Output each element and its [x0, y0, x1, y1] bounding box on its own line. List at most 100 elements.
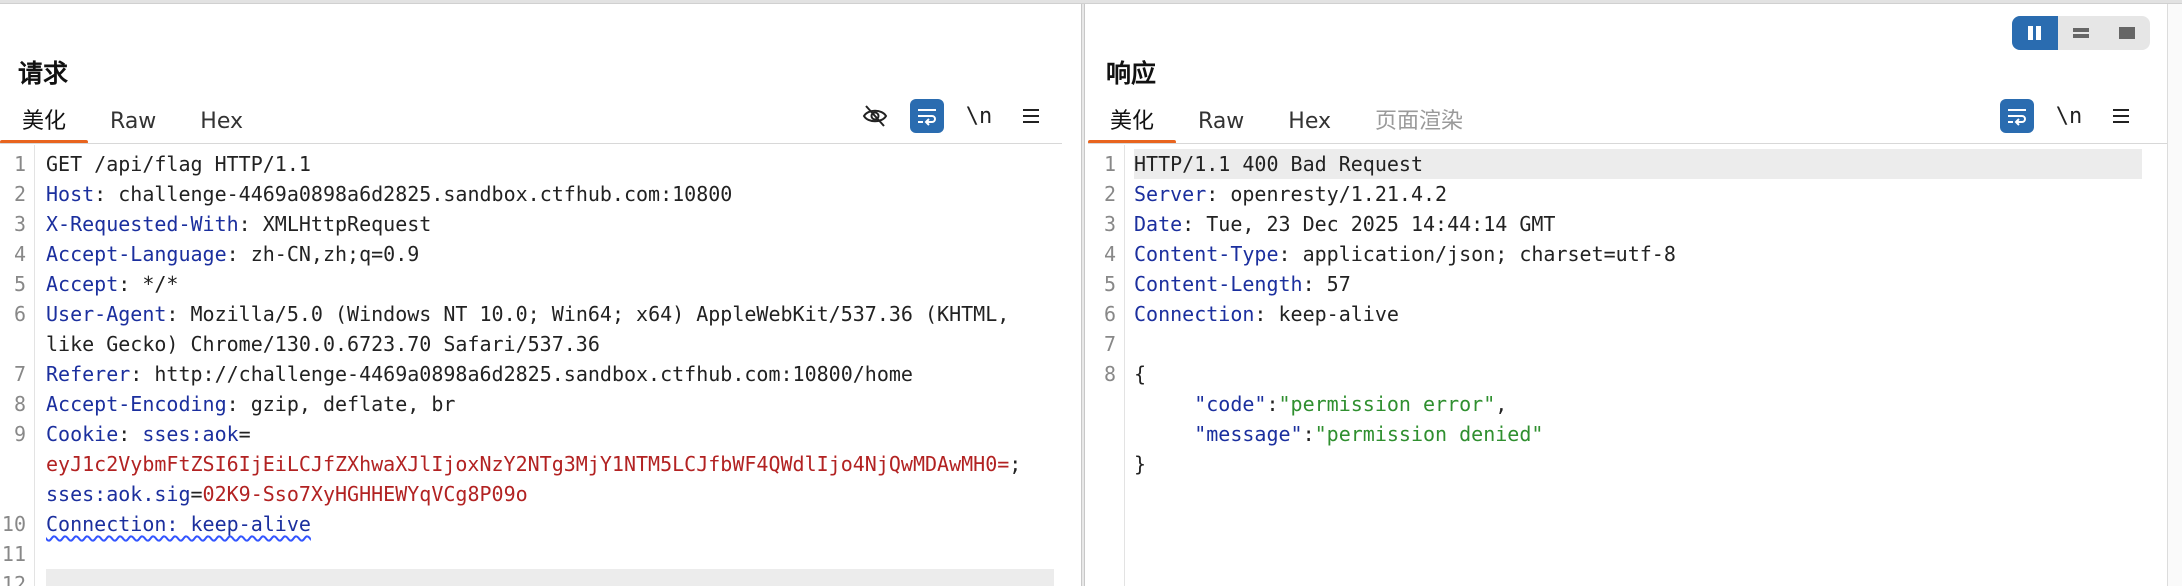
newline-toggle-button[interactable]: \n	[962, 99, 996, 133]
response-wrap-toggle-button[interactable]	[2000, 99, 2034, 133]
code-token: ,	[1495, 392, 1508, 416]
request-tab-divider	[0, 143, 1062, 144]
code-line[interactable]: }	[1134, 449, 2142, 479]
code-token: : XMLHttpRequest	[238, 212, 432, 236]
line-number: 1	[13, 152, 26, 176]
code-line[interactable]: 7 Referer: http://challenge-4469a0898a6d2…	[14, 359, 1054, 389]
code-token: :	[1302, 422, 1315, 446]
header-key-token: X-Requested-With	[46, 212, 239, 236]
code-line[interactable]: 8 Accept-Encoding: gzip, deflate, br	[14, 389, 1054, 419]
code-token: : */*	[118, 272, 179, 296]
line-number: 6	[13, 302, 26, 326]
code-line[interactable]: 4 Accept-Language: zh-CN,zh;q=0.9	[14, 239, 1054, 269]
request-tab-raw[interactable]: Raw	[88, 100, 178, 144]
code-token: : openresty/1.21.4.2	[1206, 182, 1448, 206]
code-token: : Tue, 23 Dec 2025 14:44:14 GMT	[1182, 212, 1556, 236]
menu-icon	[2113, 109, 2129, 123]
response-tab-divider	[1088, 143, 2168, 144]
line-number: 1	[1103, 152, 1116, 176]
header-key-token: Server	[1134, 182, 1207, 206]
line-number: 4	[1103, 242, 1116, 266]
window-scrollbar[interactable]	[2167, 4, 2182, 586]
code-token: }	[1134, 452, 1147, 476]
code-line[interactable]: 11	[2, 539, 1054, 569]
code-token: "permission error"	[1278, 392, 1496, 416]
header-key-token: Date	[1134, 212, 1183, 236]
code-line[interactable]: 7	[1104, 329, 2142, 359]
line-number: 2	[1103, 182, 1116, 206]
response-tab-render[interactable]: 页面渲染	[1353, 100, 1485, 144]
line-number: 3	[13, 212, 26, 236]
code-token: =	[190, 482, 203, 506]
code-line[interactable]: 5 Content-Length: 57	[1104, 269, 2142, 299]
line-number: 12	[1, 572, 26, 586]
response-toolbar: \n	[2000, 99, 2138, 133]
code-line[interactable]: 6 User-Agent: Mozilla/5.0 (Windows NT 10.…	[14, 299, 1054, 359]
code-token: : zh-CN,zh;q=0.9	[226, 242, 420, 266]
pane-splitter[interactable]	[1081, 4, 1085, 586]
line-number: 9	[13, 422, 26, 446]
line-number: 10	[1, 512, 26, 536]
header-key-token: "code"	[1194, 392, 1267, 416]
code-line[interactable]: "message":"permission denied"	[1134, 419, 2142, 449]
line-number: 8	[1103, 362, 1116, 386]
code-line[interactable]: "code":"permission error",	[1134, 389, 2142, 419]
request-tab-pretty[interactable]: 美化	[0, 100, 89, 144]
line-number: 11	[1, 542, 26, 566]
code-line[interactable]: 12	[2, 569, 1054, 586]
header-key-token: User-Agent	[46, 302, 167, 326]
header-key-token: sses:aok.sig	[46, 482, 191, 506]
line-number: 5	[1103, 272, 1116, 296]
line-number: 3	[1103, 212, 1116, 236]
header-key-token: Cookie	[46, 422, 119, 446]
code-line[interactable]: 2 Host: challenge-4469a0898a6d2825.sandbo…	[14, 179, 1054, 209]
header-key-token: Connection: keep-alive	[46, 512, 311, 536]
code-line[interactable]: 2 Server: openresty/1.21.4.2	[1104, 179, 2142, 209]
request-tab-hex[interactable]: Hex	[178, 100, 265, 144]
wrap-icon	[2008, 109, 2026, 126]
code-line[interactable]: 3 Date: Tue, 23 Dec 2025 14:44:14 GMT	[1104, 209, 2142, 239]
hide-toggle-button[interactable]	[858, 99, 892, 133]
wrap-toggle-button[interactable]	[910, 99, 944, 133]
code-token: : application/json; charset=utf-8	[1278, 242, 1676, 266]
response-title: 响应	[1106, 59, 1157, 88]
request-editor[interactable]: 1 GET /api/flag HTTP/1.1 2 Host: challenge-…	[0, 145, 1058, 586]
response-tab-hex[interactable]: Hex	[1266, 100, 1353, 144]
code-line[interactable]: 9 Cookie: sses:aok= eyJ1c2VybmFtZSI6IjEiL…	[14, 419, 1054, 509]
code-line[interactable]: 3 X-Requested-With: XMLHttpRequest	[14, 209, 1054, 239]
response-tab-pretty[interactable]: 美化	[1088, 100, 1177, 144]
code-line[interactable]: 10 Connection: keep-alive	[2, 509, 1054, 539]
menu-icon	[1023, 109, 1039, 123]
response-editor[interactable]: 1 HTTP/1.1 400 Bad Request 2 Server: openre…	[1088, 145, 2146, 586]
header-key-token: "message"	[1194, 422, 1303, 446]
code-token: "permission denied"	[1314, 422, 1544, 446]
line-number: 6	[1103, 302, 1116, 326]
code-token: ;	[1009, 452, 1022, 476]
response-tab-raw[interactable]: Raw	[1176, 100, 1266, 144]
code-line[interactable]: 5 Accept: */*	[14, 269, 1054, 299]
response-tabs: 美化 Raw Hex 页面渲染	[1088, 100, 1485, 144]
code-line[interactable]: 6 Connection: keep-alive	[1104, 299, 2142, 329]
header-key-token: Host	[46, 182, 95, 206]
code-token: : challenge-4469a0898a6d2825.sandbox.ctf…	[94, 182, 733, 206]
response-menu-button[interactable]	[2104, 99, 2138, 133]
code-token: :	[118, 422, 143, 446]
code-token: :	[1266, 392, 1279, 416]
code-token: : 57	[1302, 272, 1351, 296]
request-title: 请求	[18, 59, 69, 88]
line-number: 7	[1103, 332, 1116, 356]
line-number: 7	[13, 362, 26, 386]
code-line[interactable]: 1 GET /api/flag HTTP/1.1	[14, 149, 1054, 179]
code-line[interactable]: 8{	[1104, 359, 2142, 389]
code-line[interactable]: 1 HTTP/1.1 400 Bad Request	[1104, 149, 2142, 179]
code-token: HTTP/1.1 400 Bad Request	[1134, 152, 1423, 176]
code-token: : Mozilla/5.0 (Windows NT 10.0; Win64; x…	[46, 302, 1010, 356]
response-pane: 响应 美化 Raw Hex 页面渲染 \n 1 HTTP/1.1 400 Bad …	[1088, 4, 2182, 586]
code-line[interactable]: 4 Content-Type: application/json; charset…	[1104, 239, 2142, 269]
code-token: : keep-alive	[1254, 302, 1399, 326]
request-menu-button[interactable]	[1014, 99, 1048, 133]
line-number: 2	[13, 182, 26, 206]
response-newline-toggle-button[interactable]: \n	[2052, 99, 2086, 133]
